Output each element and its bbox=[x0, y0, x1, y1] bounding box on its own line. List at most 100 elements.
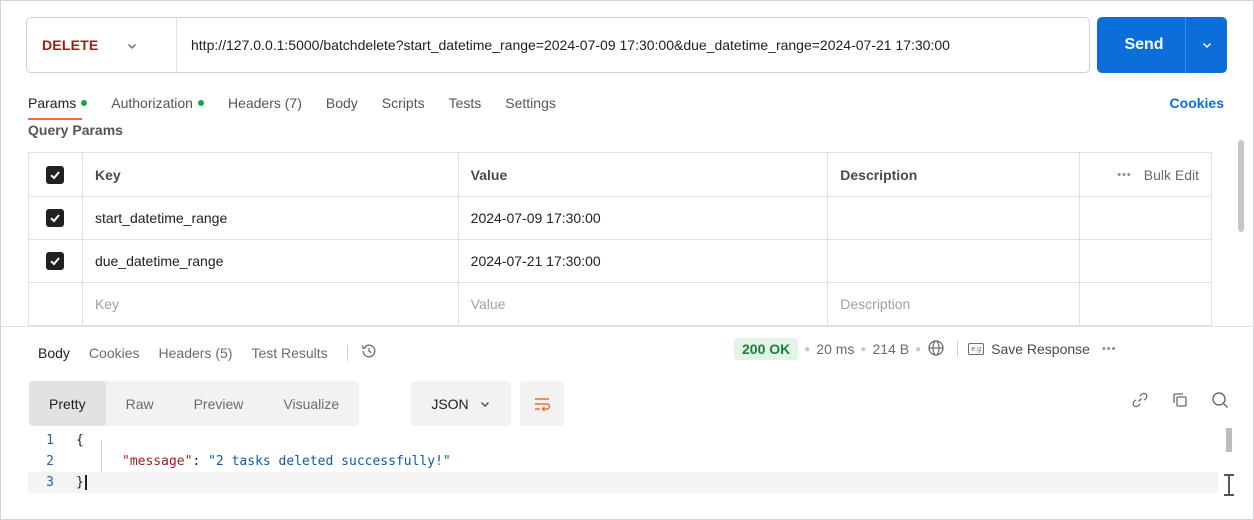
link-icon[interactable] bbox=[1130, 390, 1150, 413]
row-check-cell bbox=[28, 196, 83, 240]
line-number: 2 bbox=[46, 454, 54, 469]
status-badge[interactable]: 200 OK bbox=[734, 338, 799, 360]
response-actions bbox=[1130, 390, 1230, 413]
table-row: start_datetime_range 2024-07-09 17:30:00 bbox=[28, 196, 1212, 240]
response-body-code[interactable]: 1 { 2 "message": "2 tasks deleted succes… bbox=[28, 430, 1218, 493]
text-cursor bbox=[84, 475, 87, 490]
params-dot bbox=[81, 100, 88, 106]
json-value: "2 tasks deleted successfully!" bbox=[208, 454, 451, 469]
response-divider[interactable] bbox=[0, 326, 1254, 327]
chevron-down-icon bbox=[479, 398, 491, 410]
save-response-icon: e.g bbox=[968, 343, 985, 355]
response-size[interactable]: 214 B bbox=[872, 341, 909, 357]
bulk-edit-cell: ••• Bulk Edit bbox=[1079, 152, 1212, 197]
cookies-link[interactable]: Cookies bbox=[1170, 95, 1224, 111]
view-pretty[interactable]: Pretty bbox=[29, 381, 106, 426]
row-checkbox[interactable] bbox=[46, 252, 65, 271]
save-response-button[interactable]: e.g Save Response bbox=[968, 341, 1090, 357]
description-header: Description bbox=[827, 152, 1081, 197]
send-options-chevron-icon[interactable] bbox=[1186, 39, 1227, 51]
code-scrollbar[interactable] bbox=[1226, 428, 1232, 452]
tab-separator bbox=[346, 344, 348, 361]
chevron-down-icon bbox=[126, 39, 138, 51]
url-input[interactable]: http://127.0.0.1:5000/batchdelete?start_… bbox=[177, 37, 1082, 53]
view-raw[interactable]: Raw bbox=[106, 381, 174, 426]
code-line: 1 { bbox=[28, 430, 1218, 451]
tab-headers[interactable]: Headers (7) bbox=[228, 95, 302, 111]
resp-tab-test-results[interactable]: Test Results bbox=[251, 345, 327, 361]
separator-dot: ● bbox=[915, 343, 922, 355]
tab-scripts[interactable]: Scripts bbox=[382, 95, 425, 111]
separator-dot: ● bbox=[804, 343, 811, 355]
tab-tests[interactable]: Tests bbox=[449, 95, 482, 111]
table-row-new: Key Value Description bbox=[28, 282, 1212, 326]
row-empty-cell bbox=[1079, 196, 1212, 240]
format-label: JSON bbox=[431, 395, 469, 412]
new-description-input[interactable]: Description bbox=[827, 282, 1081, 326]
new-value-input[interactable]: Value bbox=[457, 282, 829, 326]
query-params-title: Query Params bbox=[28, 122, 123, 138]
param-value[interactable]: 2024-07-21 17:30:00 bbox=[457, 239, 829, 283]
row-empty-cell bbox=[1079, 282, 1212, 326]
more-options-icon[interactable]: ••• bbox=[1102, 343, 1117, 355]
more-dots-icon: ••• bbox=[1117, 168, 1132, 181]
text-cursor-marker bbox=[1223, 474, 1235, 496]
request-bar: DELETE http://127.0.0.1:5000/batchdelete… bbox=[26, 17, 1090, 73]
response-time[interactable]: 20 ms bbox=[816, 341, 854, 357]
copy-icon[interactable] bbox=[1170, 390, 1190, 413]
format-select[interactable]: JSON bbox=[411, 381, 511, 426]
line-number: 3 bbox=[46, 475, 54, 490]
param-description[interactable] bbox=[827, 239, 1081, 283]
select-all-cell bbox=[28, 152, 83, 197]
row-empty-cell bbox=[1079, 239, 1212, 283]
search-icon[interactable] bbox=[1210, 390, 1230, 413]
request-tabs: Params Authorization Headers (7) Body Sc… bbox=[28, 95, 580, 111]
tab-params-label: Params bbox=[28, 95, 77, 111]
view-preview[interactable]: Preview bbox=[174, 381, 264, 426]
authorization-dot bbox=[197, 100, 204, 106]
resp-tab-headers[interactable]: Headers (5) bbox=[159, 345, 233, 361]
active-tab-underline bbox=[28, 118, 82, 120]
table-header-row: Key Value Description ••• Bulk Edit bbox=[28, 152, 1212, 197]
json-key: "message" bbox=[122, 454, 193, 469]
line-number: 1 bbox=[46, 433, 54, 448]
send-label: Send bbox=[1124, 36, 1164, 53]
open-brace: { bbox=[76, 433, 84, 448]
param-value[interactable]: 2024-07-09 17:30:00 bbox=[457, 196, 829, 240]
code-line: 2 "message": "2 tasks deleted successful… bbox=[28, 451, 1218, 472]
row-checkbox[interactable] bbox=[46, 209, 65, 228]
wrap-icon bbox=[535, 397, 551, 412]
tab-body[interactable]: Body bbox=[326, 95, 358, 111]
bulk-edit-button[interactable]: ••• Bulk Edit bbox=[1092, 167, 1199, 183]
param-key[interactable]: due_datetime_range bbox=[81, 239, 459, 283]
param-description[interactable] bbox=[827, 196, 1081, 240]
tab-params[interactable]: Params bbox=[28, 95, 88, 111]
params-scrollbar[interactable] bbox=[1238, 140, 1244, 232]
row-check-cell bbox=[28, 239, 83, 283]
query-params-table: Key Value Description ••• Bulk Edit star… bbox=[28, 152, 1212, 326]
separator-dot: ● bbox=[860, 343, 867, 355]
resp-tab-body[interactable]: Body bbox=[38, 345, 70, 361]
method-label: DELETE bbox=[42, 37, 99, 53]
view-visualize[interactable]: Visualize bbox=[263, 381, 359, 426]
wrap-lines-button[interactable] bbox=[520, 381, 564, 426]
tab-authorization[interactable]: Authorization bbox=[111, 95, 204, 111]
check-icon bbox=[50, 214, 61, 223]
key-header: Key bbox=[81, 152, 459, 197]
send-button[interactable]: Send bbox=[1097, 17, 1227, 73]
tab-authorization-label: Authorization bbox=[111, 95, 193, 111]
view-mode-segment: Pretty Raw Preview Visualize bbox=[29, 381, 360, 426]
check-icon bbox=[50, 257, 61, 266]
tab-settings[interactable]: Settings bbox=[505, 95, 556, 111]
globe-icon[interactable] bbox=[927, 339, 945, 360]
value-header: Value bbox=[457, 152, 829, 197]
param-key[interactable]: start_datetime_range bbox=[81, 196, 459, 240]
new-key-input[interactable]: Key bbox=[81, 282, 459, 326]
resp-tab-cookies[interactable]: Cookies bbox=[89, 345, 140, 361]
meta-separator bbox=[957, 341, 959, 357]
check-icon bbox=[50, 171, 61, 180]
history-icon[interactable] bbox=[360, 342, 378, 363]
code-line-current: 3 } bbox=[28, 472, 1218, 493]
method-select[interactable]: DELETE bbox=[27, 18, 177, 72]
select-all-checkbox[interactable] bbox=[46, 165, 65, 184]
